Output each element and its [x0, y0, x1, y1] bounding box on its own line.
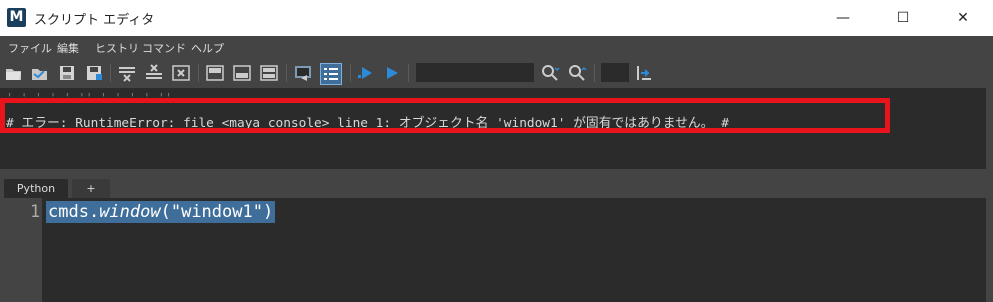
title-bar: M スクリプト エディタ — ☐ ✕ [0, 0, 993, 36]
line-number-gutter: 1 [0, 198, 42, 302]
show-history-only-icon[interactable] [205, 63, 225, 83]
tab-python[interactable]: Python [4, 179, 68, 198]
execute-all-icon[interactable] [356, 63, 376, 83]
close-button[interactable]: ✕ [933, 0, 993, 36]
execute-selected-icon[interactable] [382, 63, 402, 83]
toolbar-separator [594, 64, 595, 82]
code-line[interactable]: cmds.window("window1") [46, 201, 276, 223]
code-module: cmds. [48, 202, 100, 222]
add-tab-button[interactable]: + [72, 179, 110, 198]
save-script-icon[interactable] [57, 63, 77, 83]
clear-all-icon[interactable] [171, 63, 191, 83]
toolbar-separator [286, 64, 287, 82]
minimize-button[interactable]: — [813, 0, 873, 36]
toolbar-separator [110, 64, 111, 82]
toolbar-separator [198, 64, 199, 82]
toolbar-separator [408, 64, 409, 82]
script-input-editor[interactable]: 1 cmds.window("window1") [0, 198, 993, 302]
window-title: スクリプト エディタ [34, 13, 155, 28]
search-down-icon[interactable] [540, 63, 560, 83]
menu-edit[interactable]: 編集 [57, 40, 79, 56]
goto-line-field[interactable] [601, 63, 629, 82]
clear-history-icon[interactable] [117, 63, 137, 83]
goto-line-icon[interactable] [634, 63, 654, 83]
tab-bar: Python + [0, 177, 993, 198]
show-input-only-icon[interactable] [232, 63, 252, 83]
menu-help[interactable]: ヘルプ [191, 40, 224, 56]
code-arguments: ("window1") [160, 202, 274, 222]
menu-file[interactable]: ファイル [8, 40, 52, 56]
save-script-to-shelf-icon[interactable] [84, 63, 104, 83]
toolbar-separator [350, 64, 351, 82]
maximize-button[interactable]: ☐ [873, 0, 933, 36]
menu-history[interactable]: ヒストリ [95, 40, 139, 56]
search-field[interactable] [416, 63, 534, 82]
show-line-numbers-icon[interactable] [320, 63, 342, 85]
echo-all-commands-icon[interactable] [293, 63, 313, 83]
maya-app-icon: M [7, 8, 26, 27]
menu-command[interactable]: コマンド [142, 40, 186, 56]
show-both-icon[interactable] [259, 63, 279, 83]
search-up-icon[interactable] [567, 63, 587, 83]
line-number: 1 [30, 202, 41, 222]
toolbar [0, 58, 993, 88]
menu-bar: ファイル 編集 ヒストリ コマンド ヘルプ [0, 36, 993, 58]
open-script-icon[interactable] [4, 63, 24, 83]
clear-input-icon[interactable] [144, 63, 164, 83]
code-function: window [99, 202, 161, 222]
right-border [986, 88, 993, 302]
error-highlight-box [0, 98, 890, 133]
source-script-icon[interactable] [30, 63, 50, 83]
pane-splitter[interactable] [0, 169, 993, 180]
